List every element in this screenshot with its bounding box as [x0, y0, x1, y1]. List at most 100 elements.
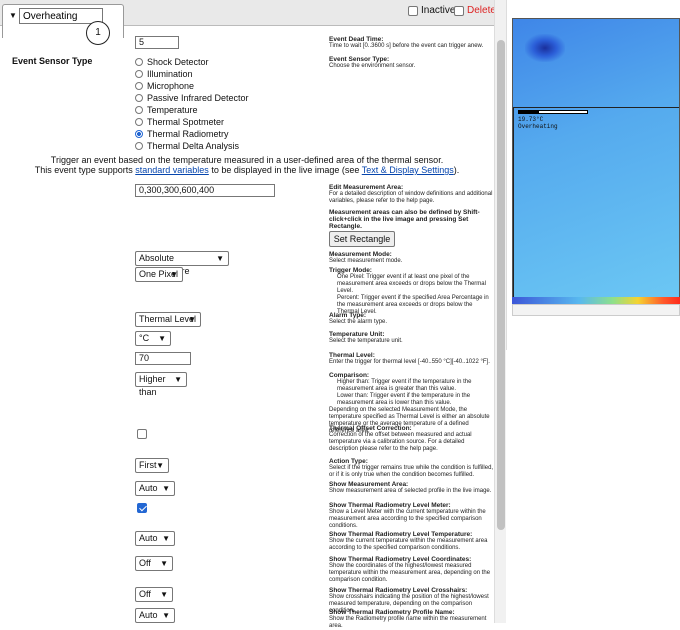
inactive-toggle[interactable]: Inactive: [408, 5, 455, 16]
radio-icon[interactable]: [135, 70, 143, 78]
show-area-title: Show Measurement Area:: [329, 481, 409, 488]
chevron-down-icon: ▼: [162, 484, 170, 493]
sensor-option-temperature[interactable]: Temperature: [135, 105, 198, 115]
thermal-level-input[interactable]: 70: [135, 352, 191, 365]
live-profile-name: Overheating: [518, 123, 558, 130]
select-value: Higher than: [139, 374, 166, 397]
select-value: °C: [139, 333, 150, 343]
intro-line-2: This event type supports standard variab…: [0, 165, 494, 175]
collapse-arrow-icon[interactable]: ▼: [9, 11, 17, 20]
offset-help: Thermal Offset Correction: Correction of …: [329, 425, 494, 453]
temperature-unit-desc: Select the temperature unit.: [329, 338, 403, 344]
intro-text: This event type supports: [34, 165, 136, 175]
profile-name-input[interactable]: [19, 8, 103, 24]
level-meter-help: Show Thermal Radiometry Level Meter: Show…: [329, 502, 494, 530]
text-display-settings-link[interactable]: Text & Display Settings: [362, 165, 454, 175]
radio-icon[interactable]: [135, 58, 143, 66]
dead-time-input[interactable]: 5: [135, 36, 179, 49]
level-temperature-select[interactable]: Auto ▼: [135, 531, 175, 546]
alarm-type-title: Alarm Type:: [329, 312, 367, 319]
sensor-option-label: Thermal Delta Analysis: [147, 141, 240, 151]
offset-correction-checkbox[interactable]: [137, 429, 147, 439]
chevron-down-icon: ▼: [162, 611, 170, 620]
sensor-option-pir[interactable]: Passive Infrared Detector: [135, 93, 249, 103]
measurement-area-title: Edit Measurement Area:: [329, 184, 404, 191]
temperature-unit-select[interactable]: °C ▼: [135, 331, 171, 346]
alarm-type-select[interactable]: Thermal Level ▼: [135, 312, 201, 327]
settings-scrollbar[interactable]: [494, 0, 506, 623]
dead-time-desc: Time to wait [0..3600 s] before the even…: [329, 43, 484, 49]
measurement-area-desc: For a detailed description of window def…: [329, 191, 493, 204]
crosshairs-title: Show Thermal Radiometry Level Crosshairs…: [329, 587, 468, 594]
set-rectangle-button[interactable]: Set Rectangle: [329, 231, 395, 247]
sensor-option-delta[interactable]: Thermal Delta Analysis: [135, 141, 239, 151]
chevron-down-icon: ▼: [160, 590, 168, 599]
measurement-area-overlay: [513, 107, 679, 303]
measurement-area-input[interactable]: 0,300,300,600,400: [135, 184, 275, 197]
intro-text: ).: [453, 165, 460, 175]
sensor-type-title: Event Sensor Type:: [329, 56, 390, 63]
chevron-down-icon: ▼: [158, 334, 166, 343]
sensor-type-label: Event Sensor Type: [12, 56, 93, 66]
delete-label: Delete: [467, 5, 496, 16]
thermal-level-desc: Enter the trigger for thermal level [-40…: [329, 359, 490, 365]
measurement-mode-select[interactable]: Absolute Temperature▼: [135, 251, 229, 276]
chevron-down-icon: ▼: [174, 375, 182, 384]
delete-checkbox[interactable]: [454, 5, 464, 16]
trigger-mode-title: Trigger Mode:: [329, 267, 372, 274]
comparison-select[interactable]: Higher than ▼: [135, 372, 187, 397]
inactive-checkbox[interactable]: [408, 5, 418, 16]
show-area-help: Show Measurement Area: Show measurement a…: [329, 481, 494, 495]
radio-icon[interactable]: [135, 94, 143, 102]
sensor-option-radiometry[interactable]: Thermal Radiometry: [135, 129, 229, 139]
sensor-option-label: Thermal Radiometry: [147, 129, 229, 139]
level-meter-checkbox[interactable]: [137, 503, 147, 513]
radio-selected-icon[interactable]: [135, 130, 143, 138]
radio-icon[interactable]: [135, 82, 143, 90]
thermal-live-image[interactable]: 19.73°C Overheating: [512, 18, 680, 304]
comparison-title: Comparison:: [329, 372, 370, 379]
level-coordinates-select[interactable]: Off ▼: [135, 556, 173, 571]
chevron-down-icon: ▼: [160, 559, 168, 568]
chevron-down-icon: ▼: [170, 270, 178, 279]
live-overlay-text: 19.73°C Overheating: [518, 116, 558, 130]
delete-toggle[interactable]: Delete: [454, 5, 496, 16]
select-value: First: [139, 460, 157, 470]
radio-icon[interactable]: [135, 142, 143, 150]
sensor-option-illumination[interactable]: Illumination: [135, 69, 193, 79]
intro-text: to be displayed in the live image (see: [208, 165, 362, 175]
thermal-level-title: Thermal Level:: [329, 352, 375, 359]
radio-icon[interactable]: [135, 118, 143, 126]
select-value: Auto: [139, 610, 158, 620]
dead-time-help: Event Dead Time: Time to wait [0..3600 s]…: [329, 36, 494, 50]
action-type-title: Action Type:: [329, 458, 368, 465]
sensor-option-shock[interactable]: Shock Detector: [135, 57, 209, 67]
trigger-mode-help: Trigger Mode: One Pixel: Trigger event i…: [329, 267, 494, 316]
radio-icon[interactable]: [135, 106, 143, 114]
select-value: Auto: [139, 533, 158, 543]
chevron-down-icon: ▼: [156, 461, 164, 470]
action-type-select[interactable]: First ▼: [135, 458, 169, 473]
scrollbar-thumb[interactable]: [497, 40, 505, 530]
level-meter-bar: [518, 110, 588, 114]
profile-name-select[interactable]: Auto ▼: [135, 608, 175, 623]
select-value: Off: [139, 589, 151, 599]
action-type-desc: Select if the trigger remains true while…: [329, 465, 494, 478]
measurement-mode-help: Measurement Mode: Select measurement mode…: [329, 251, 494, 265]
trigger-mode-select[interactable]: One Pixel ▼: [135, 267, 183, 282]
measurement-mode-title: Measurement Mode:: [329, 251, 392, 258]
standard-variables-link[interactable]: standard variables: [135, 165, 209, 175]
level-coordinates-title: Show Thermal Radiometry Level Coordinate…: [329, 556, 472, 563]
chevron-down-icon: ▼: [162, 534, 170, 543]
select-value: Auto: [139, 483, 158, 493]
level-temperature-desc: Show the current temperature within the …: [329, 538, 488, 551]
sensor-option-microphone[interactable]: Microphone: [135, 81, 194, 91]
sensor-option-label: Shock Detector: [147, 57, 209, 67]
crosshairs-select[interactable]: Off ▼: [135, 587, 173, 602]
sensor-option-spotmeter[interactable]: Thermal Spotmeter: [135, 117, 224, 127]
show-area-select[interactable]: Auto ▼: [135, 481, 175, 496]
comparison-bullet: Higher than: Trigger event if the temper…: [337, 379, 472, 392]
level-meter-fill: [519, 111, 540, 113]
sensor-type-desc: Choose the environment sensor.: [329, 63, 416, 69]
trigger-mode-bullet: One Pixel: Trigger event if at least one…: [337, 274, 486, 294]
